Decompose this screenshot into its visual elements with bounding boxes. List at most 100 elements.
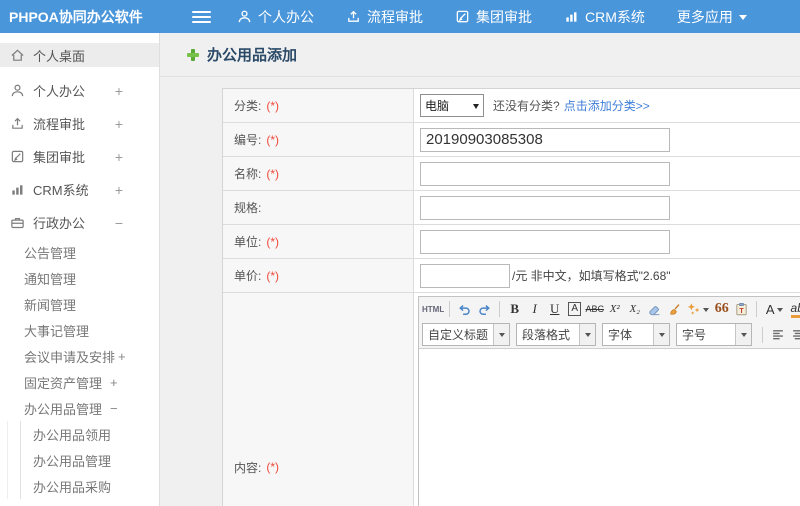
sidebar-subitem-supplies-requisition[interactable]: 办公用品领用: [21, 421, 159, 447]
paste-text-icon[interactable]: T: [732, 299, 751, 319]
submenu-label: 通知管理: [24, 271, 77, 287]
required-mark: (*): [266, 166, 280, 181]
redo-icon[interactable]: [475, 299, 494, 319]
sidebar-subitem-fixed-assets-mgmt[interactable]: 固定资产管理 +: [0, 369, 159, 395]
sidebar-item-personal-desktop[interactable]: 个人桌面: [0, 43, 159, 67]
form-row-name: 名称: (*): [223, 157, 800, 191]
code-label-cell: 编号: (*): [223, 123, 414, 156]
nav-item-crm-system[interactable]: CRM系统: [564, 7, 645, 27]
paragraph-format-select[interactable]: 段落格式: [516, 323, 597, 346]
sidebar-item-group-approval[interactable]: 集团审批 +: [0, 140, 159, 173]
workflow-icon: [346, 9, 361, 24]
bold-icon[interactable]: B: [505, 299, 524, 319]
content-field-cell: HTML B I U A ABC X² X₂ 66 T A a 自定义标题 段落…: [414, 293, 800, 506]
sidebar-subitem-announcement-mgmt[interactable]: 公告管理: [0, 239, 159, 265]
blockquote-icon[interactable]: 66: [712, 299, 731, 319]
nav-item-workflow-approval[interactable]: 流程审批: [346, 7, 423, 27]
superscript-icon[interactable]: X²: [605, 299, 624, 319]
add-category-link[interactable]: 点击添加分类>>: [564, 97, 650, 114]
field-label: 单价:: [234, 269, 262, 283]
font-family-select[interactable]: 字体: [602, 323, 671, 346]
hamburger-icon[interactable]: [192, 10, 211, 23]
caret-down-icon: [735, 324, 752, 345]
price-input[interactable]: [420, 263, 510, 288]
unit-input[interactable]: [420, 229, 670, 254]
submenu-label: 办公用品领用: [33, 427, 112, 443]
sidebar-subitem-memorabilia-mgmt[interactable]: 大事记管理: [0, 317, 159, 343]
italic-icon[interactable]: I: [525, 299, 544, 319]
nav-item-more-apps[interactable]: 更多应用: [677, 7, 747, 27]
app-window: PHPOA协同办公软件 个人办公 流程审批 集团审批 CRM系统 更多应用 个人…: [0, 0, 800, 506]
sidebar-subitem-supplies-purchase[interactable]: 办公用品采购: [21, 473, 159, 499]
sidebar-subitem-notice-mgmt[interactable]: 通知管理: [0, 265, 159, 291]
field-label: 内容:: [234, 460, 262, 475]
briefcase-icon: [9, 215, 25, 231]
spec-input[interactable]: [420, 195, 670, 220]
html-source-icon[interactable]: HTML: [422, 299, 444, 319]
custom-title-select[interactable]: 自定义标题: [422, 323, 511, 346]
sidebar-item-administrative-office[interactable]: 行政办公 −: [0, 206, 159, 239]
nav-item-group-approval[interactable]: 集团审批: [455, 7, 532, 27]
editor-content-area[interactable]: [419, 348, 800, 506]
no-category-hint: 还没有分类?: [493, 99, 560, 113]
svg-text:T: T: [740, 307, 745, 314]
highlight-color-icon[interactable]: ab: [787, 299, 800, 319]
form-row-unit: 单位: (*): [223, 225, 800, 259]
code-field-cell: [414, 123, 800, 156]
sidebar-item-crm-system[interactable]: CRM系统 +: [0, 173, 159, 206]
select-value: 自定义标题: [428, 328, 489, 342]
underline-icon[interactable]: U: [545, 299, 564, 319]
home-icon: [9, 47, 25, 63]
caret-down-icon: [703, 308, 710, 315]
user-icon: [9, 83, 25, 99]
sidebar: 个人桌面 个人办公 + 流程审批 + 集团审批 + CRM系统 + 行政办公 −…: [0, 33, 160, 506]
submenu-label: 公告管理: [24, 245, 77, 261]
auto-format-icon[interactable]: [685, 299, 711, 319]
nav-label: 集团审批: [476, 8, 532, 25]
toolbar-divider: [762, 326, 764, 343]
subscript-icon[interactable]: X₂: [625, 299, 644, 319]
spec-label-cell: 规格:: [223, 191, 414, 224]
form-row-content: 内容: (*) HTML B I U A ABC X² X₂ 66 T A a …: [223, 293, 800, 506]
collapse-minus-icon[interactable]: −: [110, 401, 118, 416]
form-row-price: 单价: (*) /元 非中文，如填写格式"2.68": [223, 259, 800, 293]
expand-plus-icon[interactable]: +: [118, 349, 126, 364]
required-mark: (*): [266, 132, 280, 147]
main-content: 办公用品添加 分类: (*) 电脑 还没有分类? 点击添加分类>> 编号: (*…: [160, 33, 800, 506]
code-input[interactable]: [420, 127, 670, 152]
font-color-icon[interactable]: A: [762, 299, 786, 319]
field-label: 规格:: [234, 201, 262, 215]
admin-submenu: 公告管理 通知管理 新闻管理 大事记管理 会议申请及安排 + 固定资产管理 + …: [0, 239, 159, 499]
align-left-icon[interactable]: [768, 325, 787, 345]
nav-item-personal-office[interactable]: 个人办公: [237, 7, 314, 27]
align-center-icon[interactable]: [788, 325, 800, 345]
name-input[interactable]: [420, 161, 670, 186]
strikethrough-icon[interactable]: ABC: [585, 299, 604, 319]
sidebar-item-workflow-approval[interactable]: 流程审批 +: [0, 107, 159, 140]
collapse-minus-icon[interactable]: −: [115, 215, 147, 231]
sidebar-subitem-office-supplies-mgmt[interactable]: 办公用品管理 −: [0, 395, 159, 421]
sidebar-subitem-news-mgmt[interactable]: 新闻管理: [0, 291, 159, 317]
font-size-select[interactable]: 字号: [676, 323, 753, 346]
field-label: 编号:: [234, 133, 262, 147]
sidebar-item-personal-office[interactable]: 个人办公 +: [0, 74, 159, 107]
expand-plus-icon[interactable]: +: [115, 116, 147, 132]
expand-plus-icon[interactable]: +: [115, 182, 147, 198]
undo-icon[interactable]: [455, 299, 474, 319]
expand-plus-icon[interactable]: +: [110, 375, 118, 390]
expand-plus-icon[interactable]: +: [115, 83, 147, 99]
sidebar-item-label: 行政办公: [33, 216, 86, 231]
sidebar-subitem-supplies-management[interactable]: 办公用品管理: [21, 447, 159, 473]
toolbar-divider: [449, 301, 451, 317]
caret-down-icon: [738, 14, 747, 24]
expand-plus-icon[interactable]: +: [115, 149, 147, 165]
category-select[interactable]: 电脑: [420, 94, 484, 117]
clear-format-brush-icon[interactable]: [665, 299, 684, 319]
submenu-label: 办公用品管理: [24, 401, 103, 417]
caret-down-icon: [493, 324, 510, 345]
font-style-icon[interactable]: A: [565, 299, 584, 319]
brand-logo: PHPOA协同办公软件: [9, 8, 143, 25]
eraser-icon[interactable]: [645, 299, 664, 319]
field-label: 分类:: [234, 99, 262, 113]
sidebar-subitem-meeting-request[interactable]: 会议申请及安排 +: [0, 343, 159, 369]
